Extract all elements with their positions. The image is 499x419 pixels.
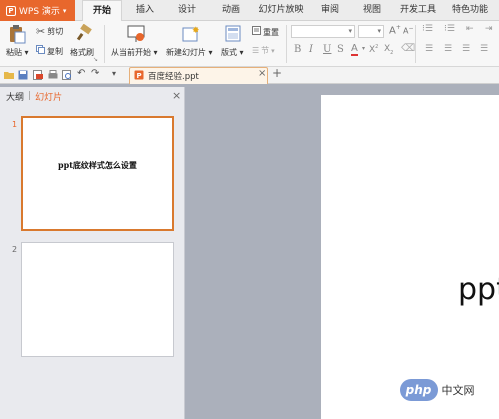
print-icon[interactable] xyxy=(48,70,58,80)
chevron-down-icon: ▾ xyxy=(348,27,352,35)
tab-review[interactable]: 审阅 xyxy=(316,0,344,21)
decrease-indent-icon[interactable]: ⇤ xyxy=(466,24,474,34)
panel-tabs: 大纲 | 幻灯片 xyxy=(0,87,185,105)
tab-developer[interactable]: 开发工具 xyxy=(397,0,439,21)
tab-design[interactable]: 设计 xyxy=(172,0,202,21)
align-left-icon[interactable]: ☰ xyxy=(425,44,433,54)
document-tab-title: 百度经验.ppt xyxy=(148,72,199,82)
chevron-down-icon: ▾ xyxy=(377,27,381,35)
print-preview-icon[interactable] xyxy=(62,70,72,80)
shrink-font-button[interactable]: A− xyxy=(403,25,414,36)
tab-special-features[interactable]: 特色功能 xyxy=(449,0,491,21)
italic-button[interactable]: I xyxy=(309,44,313,55)
app-label: WPS 演示 xyxy=(19,7,60,17)
slide-thumbnail-2[interactable] xyxy=(21,242,174,357)
slide-number: 1 xyxy=(12,120,18,129)
format-painter-button[interactable]: 格式刷 xyxy=(70,47,94,58)
wps-logo-icon: P xyxy=(6,5,16,16)
document-tab[interactable]: P 百度经验.ppt xyxy=(129,67,268,84)
ribbon-separator xyxy=(286,25,287,63)
layout-button[interactable]: 版式 ▾ xyxy=(221,47,244,58)
paste-button[interactable]: 粘贴 ▾ xyxy=(6,47,29,58)
tab-outline[interactable]: 大纲 xyxy=(6,90,24,103)
scissors-icon: ✂ xyxy=(36,25,46,38)
chevron-down-icon: ▾ xyxy=(271,46,275,55)
clear-format-icon[interactable]: ⌫ xyxy=(401,43,415,54)
watermark-text: 中文网 xyxy=(441,384,475,397)
undo-icon[interactable]: ↶ xyxy=(77,68,85,79)
font-color-button[interactable]: A xyxy=(351,44,358,56)
align-center-icon[interactable]: ☰ xyxy=(444,44,452,54)
tab-home[interactable]: 开始 xyxy=(82,0,122,21)
svg-text:P: P xyxy=(137,72,142,80)
section-button[interactable]: ☰ 节 ▾ xyxy=(252,45,275,56)
increase-indent-icon[interactable]: ⇥ xyxy=(485,24,493,34)
ribbon-separator xyxy=(415,25,416,63)
php-logo: php xyxy=(399,379,438,401)
font-size-select[interactable]: ▾ xyxy=(358,25,384,38)
tab-view[interactable]: 视图 xyxy=(358,0,386,21)
clipboard-expand-icon[interactable]: ↘ xyxy=(93,56,98,63)
new-tab-icon[interactable]: + xyxy=(272,66,282,80)
section-icon: ☰ xyxy=(252,46,260,55)
ppt-file-icon: P xyxy=(134,70,144,83)
bullet-list-icon[interactable]: ⁝☰ xyxy=(422,24,433,34)
chevron-down-icon[interactable]: ▾ xyxy=(362,45,365,52)
superscript-button[interactable]: X2 xyxy=(369,44,378,55)
subscript-button[interactable]: X2 xyxy=(384,44,393,56)
close-panel-icon[interactable]: × xyxy=(172,89,181,102)
wps-app-menu-button[interactable]: P WPS 演示 ▾ xyxy=(0,0,75,21)
tab-insert[interactable]: 插入 xyxy=(130,0,160,21)
tab-divider: | xyxy=(28,91,32,101)
ribbon-separator xyxy=(104,25,105,63)
copy-label: 复制 xyxy=(47,46,63,56)
save-icon[interactable] xyxy=(18,70,28,80)
cut-button[interactable]: ✂ 剪切 xyxy=(36,25,63,38)
numbered-list-icon[interactable]: ⁝☰ xyxy=(444,24,455,34)
redo-icon[interactable]: ↷ xyxy=(91,68,99,79)
new-slide-button[interactable]: 新建幻灯片 ▾ xyxy=(166,47,213,58)
close-tab-icon[interactable]: × xyxy=(258,68,266,79)
copy-icon xyxy=(36,45,45,57)
layout-icon[interactable] xyxy=(225,25,241,43)
bold-button[interactable]: B xyxy=(294,44,301,55)
new-slide-icon[interactable]: ✸ xyxy=(180,24,200,44)
tab-slides[interactable]: 幻灯片 xyxy=(35,90,62,103)
reset-icon xyxy=(252,26,261,38)
grow-font-button[interactable]: A+ xyxy=(389,24,401,36)
reset-button[interactable]: 重置 xyxy=(252,26,279,38)
watermark: php 中文网 xyxy=(378,375,496,405)
slide-title-text[interactable]: ppt xyxy=(458,272,499,307)
slideshow-icon[interactable] xyxy=(126,24,146,44)
customize-toolbar-icon[interactable]: ▾ xyxy=(112,69,116,78)
shadow-button[interactable]: S xyxy=(337,44,344,55)
slide-number: 2 xyxy=(12,245,18,254)
slide-1-title: ppt底纹样式怎么设置 xyxy=(58,160,137,170)
tab-slideshow[interactable]: 幻灯片放映 xyxy=(256,0,306,21)
justify-icon[interactable]: ☰ xyxy=(480,44,488,54)
copy-button[interactable]: 复制 xyxy=(36,45,63,57)
chevron-down-icon: ▾ xyxy=(62,6,67,15)
font-family-select[interactable]: ▾ xyxy=(291,25,355,38)
paste-icon[interactable] xyxy=(6,24,26,44)
tab-animation[interactable]: 动画 xyxy=(216,0,246,21)
slide-canvas[interactable] xyxy=(321,95,499,419)
cut-label: 剪切 xyxy=(47,27,64,36)
underline-button[interactable]: U xyxy=(323,44,331,55)
slide-thumbnail-1[interactable]: ppt底纹样式怎么设置 xyxy=(21,116,174,231)
svg-text:✸: ✸ xyxy=(192,26,200,36)
format-painter-icon[interactable] xyxy=(76,23,94,42)
export-pdf-icon[interactable] xyxy=(33,70,43,80)
section-label: 节 xyxy=(261,46,270,55)
reset-label: 重置 xyxy=(263,27,279,37)
align-right-icon[interactable]: ☰ xyxy=(462,44,470,54)
from-current-slide-button[interactable]: 从当前开始 ▾ xyxy=(111,47,158,58)
open-folder-icon[interactable] xyxy=(4,70,14,80)
